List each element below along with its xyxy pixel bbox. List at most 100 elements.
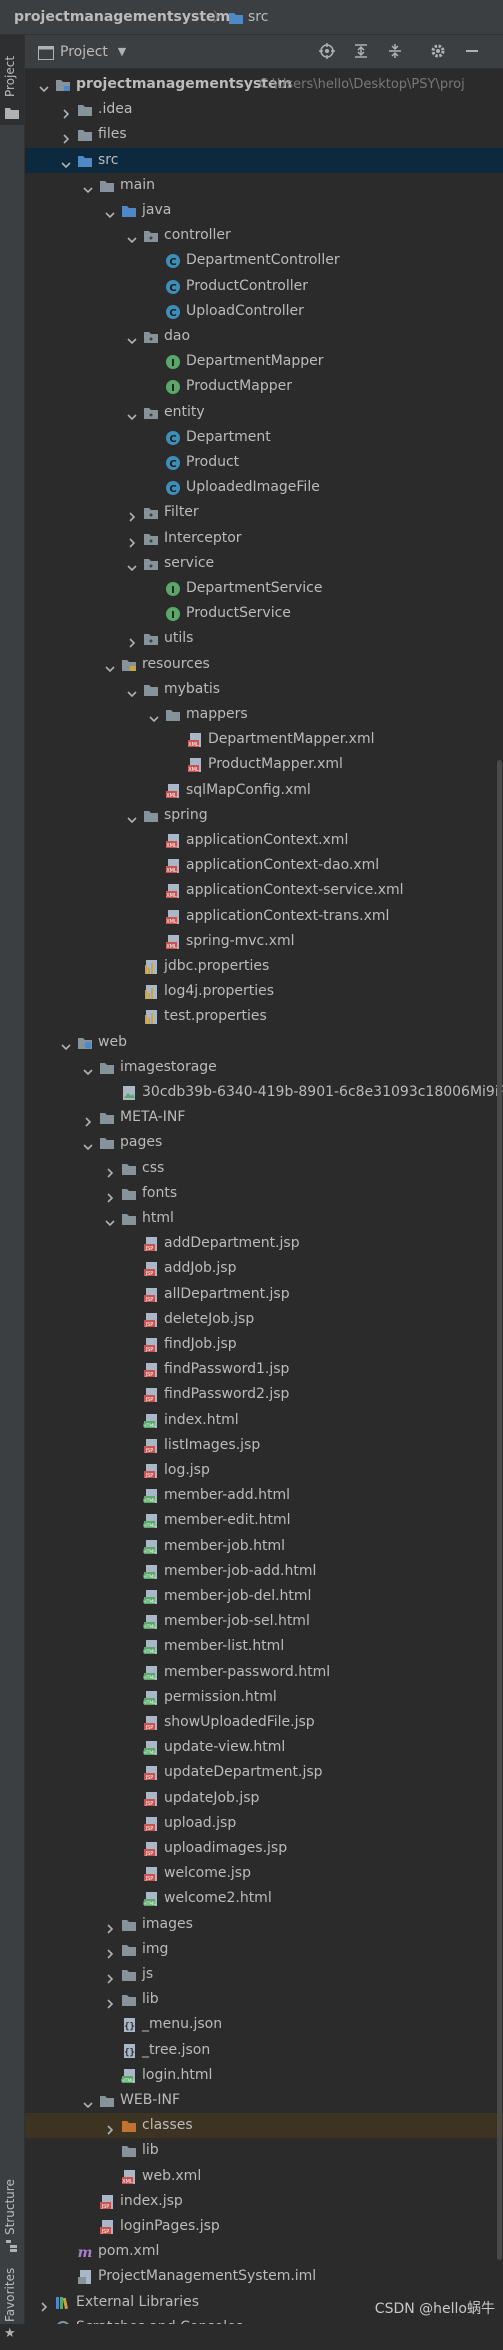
tree-row[interactable]: mappers <box>25 702 503 727</box>
tree-row[interactable]: classes <box>25 2113 503 2139</box>
chevron-right-icon[interactable] <box>105 2120 115 2135</box>
tree-row[interactable]: spring <box>25 803 503 828</box>
tree-row[interactable]: I ProductMapper <box>25 374 503 399</box>
tree-row[interactable]: WEB-INF <box>25 2088 503 2113</box>
gear-icon[interactable] <box>429 43 447 61</box>
chevron-right-icon[interactable] <box>105 1919 115 1934</box>
chevron-down-icon[interactable] <box>127 684 137 697</box>
tree-row[interactable]: projectmanagementsystem C:\Users\hello\De… <box>25 72 503 97</box>
tree-row[interactable]: JSP loginPages.jsp <box>25 2214 503 2239</box>
tree-row[interactable]: I ProductService <box>25 601 503 626</box>
tree-row[interactable]: utils <box>25 626 503 651</box>
locate-icon[interactable] <box>318 43 336 61</box>
tree-row[interactable]: JSP findPassword2.jsp <box>25 1382 503 1407</box>
chevron-right-icon[interactable] <box>105 1188 115 1203</box>
tree-row[interactable]: Interceptor <box>25 526 503 551</box>
tree-row[interactable]: JSP deleteJob.jsp <box>25 1307 503 1332</box>
tree-scrollbar[interactable] <box>497 760 502 2260</box>
chevron-down-icon[interactable] <box>39 79 49 93</box>
tree-row[interactable]: service <box>25 551 503 576</box>
tree-row[interactable]: ProjectManagementSystem.iml <box>25 2264 503 2289</box>
tree-row[interactable]: XML applicationContext.xml <box>25 828 503 853</box>
tree-row[interactable]: META-INF <box>25 1105 503 1130</box>
tree-row[interactable]: JSP listImages.jsp <box>25 1433 503 1458</box>
chevron-down-icon[interactable] <box>127 230 137 244</box>
tree-row[interactable]: lib <box>25 1987 503 2012</box>
tree-row[interactable]: XML applicationContext-trans.xml <box>25 904 503 929</box>
tree-row[interactable]: jdbc.properties <box>25 954 503 979</box>
tree-row[interactable]: JSP upload.jsp <box>25 1811 503 1836</box>
tree-row[interactable]: HTML member-job-add.html <box>25 1559 503 1584</box>
tree-row[interactable]: C UploadController <box>25 299 503 324</box>
tree-row[interactable]: XML sqlMapConfig.xml <box>25 778 503 803</box>
tree-row[interactable]: HTML member-password.html <box>25 1660 503 1685</box>
tree-row[interactable]: XML web.xml <box>25 2164 503 2189</box>
tree-row[interactable]: HTML member-job-del.html <box>25 1584 503 1609</box>
tree-row[interactable]: JSP addDepartment.jsp <box>25 1231 503 1256</box>
tree-row[interactable]: lib <box>25 2138 503 2163</box>
tree-row[interactable]: log4j.properties <box>25 979 503 1004</box>
tree-row[interactable]: JSP findPassword1.jsp <box>25 1357 503 1382</box>
chevron-down-icon[interactable]: ▼ <box>113 43 131 61</box>
tree-row[interactable]: JSP log.jsp <box>25 1458 503 1483</box>
tree-row[interactable]: XML applicationContext-service.xml <box>25 878 503 903</box>
tree-row[interactable]: C ProductController <box>25 274 503 299</box>
tree-row[interactable]: files <box>25 122 503 147</box>
tree-row[interactable]: JSP index.jsp <box>25 2189 503 2214</box>
tree-row[interactable]: test.properties <box>25 1004 503 1029</box>
tree-row[interactable]: dao <box>25 324 503 349</box>
chevron-right-icon[interactable] <box>105 1163 115 1178</box>
tree-row[interactable]: JSP updateDepartment.jsp <box>25 1760 503 1785</box>
tree-row[interactable]: controller <box>25 223 503 248</box>
tree-row[interactable]: HTML member-job-sel.html <box>25 1609 503 1634</box>
tree-row[interactable]: html <box>25 1206 503 1231</box>
tree-row[interactable]: JSP showUploadedFile.jsp <box>25 1710 503 1735</box>
chevron-right-icon[interactable] <box>39 2297 49 2312</box>
tree-row[interactable]: images <box>25 1912 503 1937</box>
chevron-down-icon[interactable] <box>149 709 159 723</box>
breadcrumb-project[interactable]: projectmanagementsystem <box>14 9 230 25</box>
favorites-tool-tab[interactable]: Favorites ★ <box>0 2260 24 2350</box>
chevron-right-icon[interactable] <box>127 533 137 548</box>
tree-row[interactable]: JSP welcome.jsp <box>25 1861 503 1886</box>
tree-row[interactable]: imagestorage <box>25 1055 503 1080</box>
chevron-down-icon[interactable] <box>83 1062 93 1075</box>
tree-row[interactable]: Filter <box>25 500 503 525</box>
chevron-right-icon[interactable] <box>127 633 137 648</box>
tree-row[interactable]: XML applicationContext-dao.xml <box>25 853 503 878</box>
tree-row[interactable]: HTML login.html <box>25 2063 503 2088</box>
tree-row[interactable]: JSP uploadimages.jsp <box>25 1836 503 1861</box>
tree-row[interactable]: .idea <box>25 97 503 122</box>
tree-row[interactable]: I DepartmentMapper <box>25 349 503 374</box>
tree-row[interactable]: java <box>25 198 503 223</box>
tree-row[interactable]: C Department <box>25 425 503 450</box>
chevron-down-icon[interactable] <box>61 1037 71 1050</box>
collapse-all-icon[interactable] <box>386 43 404 61</box>
chevron-down-icon[interactable] <box>105 659 115 672</box>
breadcrumb-src[interactable]: src <box>248 9 268 25</box>
chevron-down-icon[interactable] <box>61 155 71 168</box>
chevron-right-icon[interactable] <box>105 1994 115 2009</box>
chevron-down-icon[interactable] <box>127 810 137 823</box>
chevron-right-icon[interactable] <box>105 1969 115 1984</box>
tree-row[interactable]: C UploadedImageFile <box>25 475 503 500</box>
chevron-down-icon[interactable] <box>83 180 93 193</box>
tree-row[interactable]: css <box>25 1156 503 1181</box>
tree-row[interactable]: XML spring-mvc.xml <box>25 929 503 954</box>
tree-row[interactable]: XML DepartmentMapper.xml <box>25 727 503 752</box>
tree-row[interactable]: XML ProductMapper.xml <box>25 752 503 777</box>
tree-row[interactable]: 30cdb39b-6340-419b-8901-6c8e31093c18006M… <box>25 1080 503 1105</box>
tree-row[interactable]: mybatis <box>25 677 503 702</box>
tree-row[interactable]: {} _tree.json <box>25 2038 503 2063</box>
chevron-right-icon[interactable] <box>105 1944 115 1959</box>
tree-row[interactable]: pages <box>25 1130 503 1155</box>
tree-row[interactable]: fonts <box>25 1181 503 1206</box>
tree-row[interactable]: HTML update-view.html <box>25 1735 503 1760</box>
tree-row[interactable]: JSP findJob.jsp <box>25 1332 503 1357</box>
chevron-right-icon[interactable] <box>61 104 71 119</box>
tree-row[interactable]: entity <box>25 400 503 425</box>
tree-row[interactable]: JSP addJob.jsp <box>25 1256 503 1281</box>
chevron-right-icon[interactable] <box>61 129 71 144</box>
hide-icon[interactable] <box>463 43 481 61</box>
tree-row[interactable]: HTML member-add.html <box>25 1483 503 1508</box>
